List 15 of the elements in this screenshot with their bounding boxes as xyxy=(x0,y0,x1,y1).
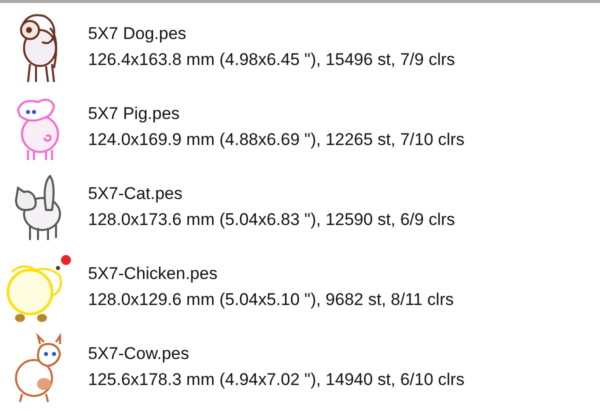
cat-drawing xyxy=(15,175,61,241)
file-details: 125.6x178.3 mm (4.94x7.02 "), 14940 st, 6/10 clrs xyxy=(88,369,464,391)
file-details: 124.0x169.9 mm (4.88x6.69 "), 12265 st, 7/10 clrs xyxy=(88,129,464,151)
file-name: 5X7-Chicken.pes xyxy=(88,263,218,285)
file-details: 128.0x173.6 mm (5.04x6.83 "), 12590 st, 6/9 clrs xyxy=(88,209,456,231)
file-name: 5X7-Cow.pes xyxy=(88,343,190,365)
file-name: 5X7 Dog.pes xyxy=(88,23,188,45)
chicken-drawing xyxy=(6,255,71,322)
cow-drawing xyxy=(15,332,61,403)
file-name: 5X7-Cat.pes xyxy=(88,183,184,205)
pig-drawing xyxy=(17,98,59,161)
file-name: 5X7 Pig.pes xyxy=(88,103,181,125)
file-details: 128.0x129.6 mm (5.04x5.10 "), 9682 st, 8/11 clrs xyxy=(88,289,454,311)
dog-drawing xyxy=(20,14,58,83)
file-details: 126.4x163.8 mm (4.98x6.45 "), 15496 st, 7/9 clrs xyxy=(88,49,456,71)
